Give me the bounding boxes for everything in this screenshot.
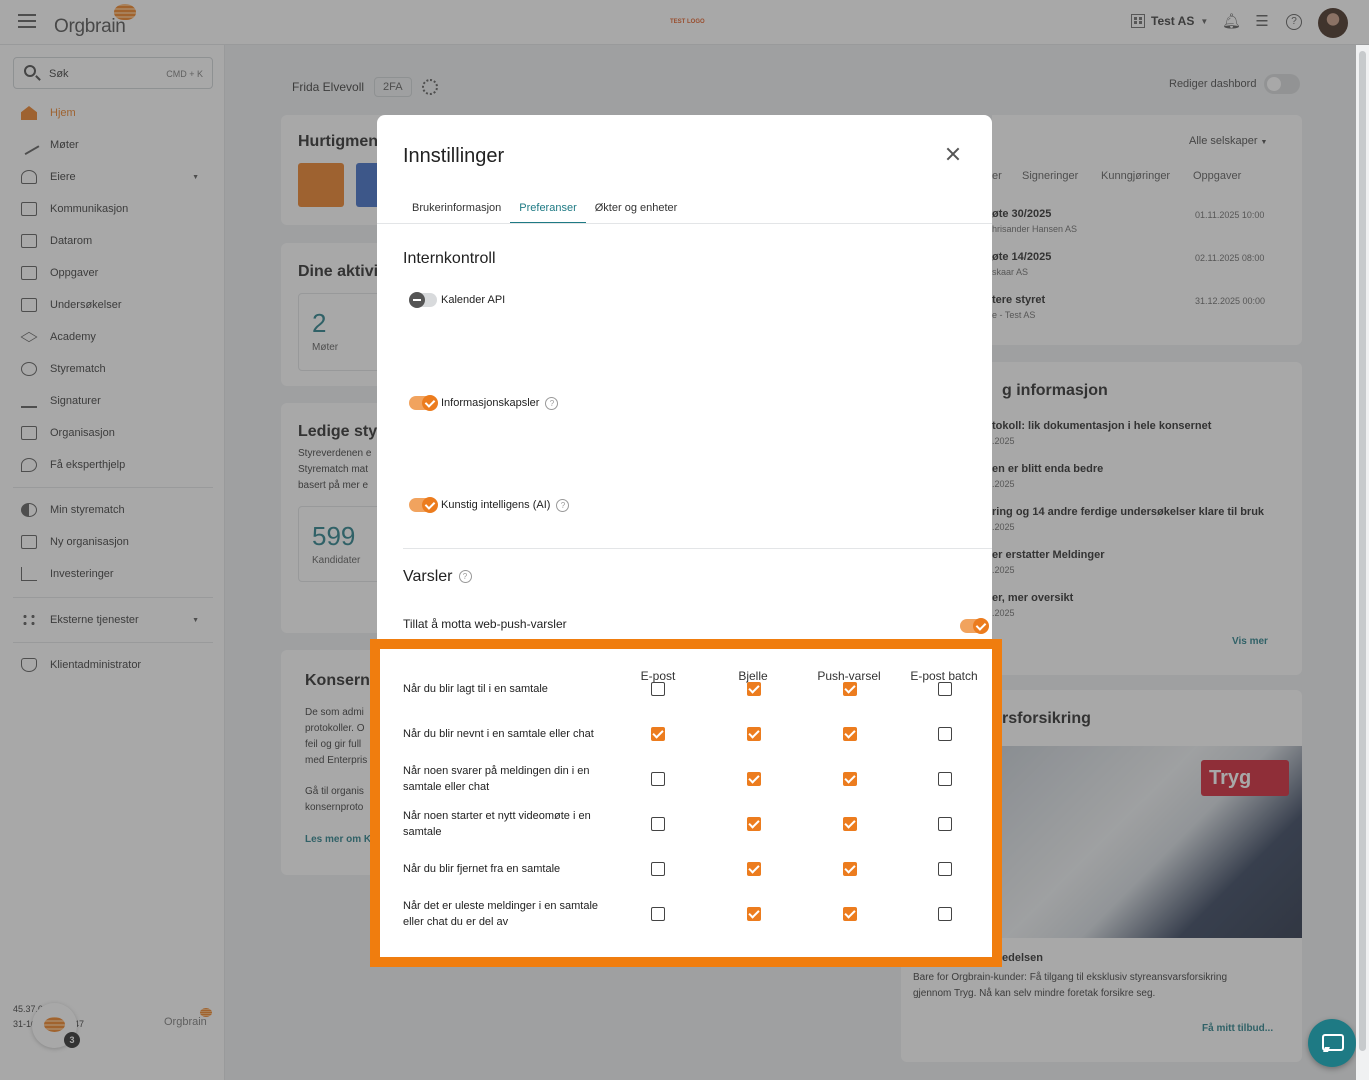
- web-push-label: Tillat å motta web-push-varsler: [403, 617, 567, 631]
- notification-row-label: Når noen svarer på meldingen din i en sa…: [403, 765, 590, 793]
- email-checkbox[interactable]: [651, 772, 665, 786]
- email-checkbox[interactable]: [651, 727, 665, 741]
- tab-user-info[interactable]: Brukerinformasjon: [403, 201, 510, 224]
- email-checkbox[interactable]: [651, 817, 665, 831]
- push-checkbox[interactable]: [843, 817, 857, 831]
- internal-control-title: Internkontroll: [403, 250, 496, 267]
- push-checkbox[interactable]: [843, 727, 857, 741]
- bell-checkbox[interactable]: [747, 772, 761, 786]
- ai-label: Kunstig intelligens (AI): [441, 499, 551, 511]
- email-batch-checkbox[interactable]: [938, 727, 952, 741]
- column-header-email: E-post: [640, 669, 676, 683]
- calendar-api-toggle[interactable]: [409, 292, 437, 308]
- notification-row-label: Når det er uleste meldinger i en samtale…: [403, 900, 599, 928]
- tab-preferences[interactable]: Preferanser: [510, 201, 586, 224]
- calendar-api-label: Kalender API: [441, 294, 506, 306]
- help-icon[interactable]: ?: [556, 498, 570, 512]
- notification-row-label: Når noen starter et nytt videomøte i en …: [403, 810, 591, 838]
- email-batch-checkbox[interactable]: [938, 772, 952, 786]
- cookies-toggle[interactable]: [409, 395, 438, 411]
- ai-setting: Kunstig intelligens (AI) ?: [409, 497, 570, 513]
- bell-checkbox[interactable]: [747, 817, 761, 831]
- tabs-divider: [377, 223, 992, 224]
- email-checkbox[interactable]: [651, 862, 665, 876]
- push-checkbox[interactable]: [843, 772, 857, 786]
- help-icon[interactable]: ?: [545, 396, 559, 410]
- support-chat-button[interactable]: [1308, 1019, 1356, 1067]
- email-checkbox[interactable]: [651, 682, 665, 696]
- email-batch-checkbox[interactable]: [938, 682, 952, 696]
- bell-checkbox[interactable]: [747, 907, 761, 921]
- web-push-toggle[interactable]: [960, 618, 989, 634]
- bell-checkbox[interactable]: [747, 727, 761, 741]
- bell-checkbox[interactable]: [747, 862, 761, 876]
- notification-matrix: E-post Bjelle Push-varsel E-post batch N…: [370, 639, 1002, 967]
- close-icon[interactable]: [944, 145, 962, 163]
- cookies-setting: Informasjonskapsler ?: [409, 395, 559, 411]
- email-batch-checkbox[interactable]: [938, 817, 952, 831]
- push-checkbox[interactable]: [843, 862, 857, 876]
- calendar-api-setting: Kalender API: [409, 292, 506, 308]
- section-divider: [403, 548, 992, 549]
- notification-row-label: Når du blir fjernet fra en samtale: [403, 863, 561, 875]
- column-header-bell: Bjelle: [738, 669, 768, 683]
- help-icon[interactable]: ?: [458, 570, 472, 584]
- push-checkbox[interactable]: [843, 682, 857, 696]
- column-header-push: Push-varsel: [817, 669, 881, 683]
- push-checkbox[interactable]: [843, 907, 857, 921]
- settings-tabs: Brukerinformasjon Preferanser Økter og e…: [403, 201, 686, 224]
- dialog-title: Innstillinger: [403, 145, 505, 167]
- notifications-title: Varsler?: [403, 568, 472, 586]
- email-batch-checkbox[interactable]: [938, 862, 952, 876]
- page-scrollbar[interactable]: [1356, 45, 1369, 1080]
- tab-sessions[interactable]: Økter og enheter: [586, 201, 687, 224]
- bell-checkbox[interactable]: [747, 682, 761, 696]
- notification-row-label: Når du blir nevnt i en samtale eller cha…: [403, 728, 594, 740]
- email-batch-checkbox[interactable]: [938, 907, 952, 921]
- cookies-label: Informasjonskapsler: [441, 397, 540, 409]
- email-checkbox[interactable]: [651, 907, 665, 921]
- notification-row-label: Når du blir lagt til i en samtale: [403, 683, 548, 695]
- ai-toggle[interactable]: [409, 497, 438, 513]
- column-header-email-batch: E-post batch: [910, 669, 978, 683]
